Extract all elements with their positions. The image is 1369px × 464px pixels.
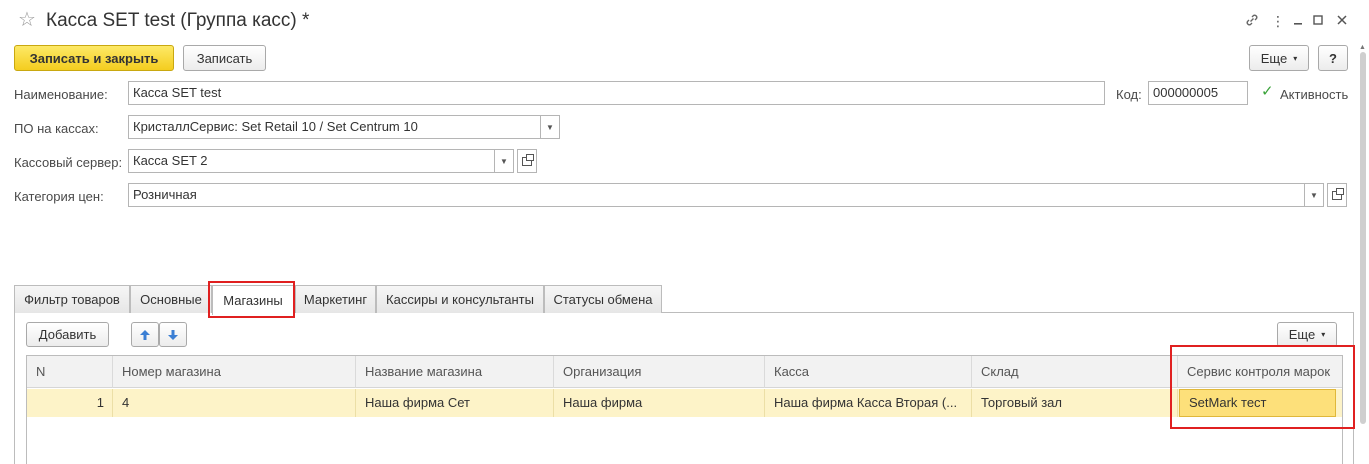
code-label: Код: — [1116, 87, 1142, 102]
save-and-close-button[interactable]: Записать и закрыть — [14, 45, 174, 71]
table-row[interactable]: 1 4 Наша фирма Сет Наша фирма Наша фирма… — [27, 389, 1342, 417]
active-label: Активность — [1280, 87, 1349, 102]
price-category-open-button[interactable] — [1327, 183, 1347, 207]
cell-n[interactable]: 1 — [27, 389, 113, 417]
code-field[interactable]: 000000005 — [1148, 81, 1248, 105]
tab-cashiers[interactable]: Кассиры и консультанты — [376, 285, 544, 313]
annotation-highlight-tab — [208, 281, 295, 318]
move-up-button[interactable] — [131, 322, 159, 347]
software-select[interactable]: КристаллСервис: Set Retail 10 / Set Cent… — [128, 115, 541, 139]
add-button[interactable]: Добавить — [26, 322, 109, 347]
tab-main[interactable]: Основные — [130, 285, 212, 313]
scroll-up-icon[interactable]: ▲ — [1359, 44, 1366, 51]
column-header-cash-register[interactable]: Касса — [765, 356, 972, 388]
stores-table: N Номер магазина Название магазина Орган… — [26, 355, 1343, 464]
cell-cash-register[interactable]: Наша фирма Касса Вторая (... — [765, 389, 972, 417]
window-title: Касса SET test (Группа касс) * — [46, 10, 310, 31]
chevron-down-icon: ▼ — [546, 122, 554, 132]
column-header-n[interactable]: N — [27, 356, 113, 388]
price-category-select[interactable]: Розничная — [128, 183, 1305, 207]
more-vertical-icon[interactable]: ⋮ — [1270, 12, 1286, 30]
price-category-dropdown-button[interactable]: ▼ — [1304, 183, 1324, 207]
cash-server-dropdown-button[interactable]: ▼ — [494, 149, 514, 173]
title-bar: ☆ Касса SET test (Группа касс) * ⋮ — [0, 0, 1369, 42]
tab-exchange-statuses[interactable]: Статусы обмена — [544, 285, 662, 313]
price-category-label: Категория цен: — [14, 189, 104, 204]
save-button[interactable]: Записать — [183, 45, 266, 71]
cash-server-open-button[interactable] — [517, 149, 537, 173]
open-form-icon — [522, 153, 534, 166]
open-form-icon — [1332, 187, 1344, 200]
name-field[interactable]: Касса SET test — [128, 81, 1105, 105]
chevron-down-icon: ▼ — [500, 156, 508, 166]
more-button[interactable]: Еще ▾ — [1249, 45, 1309, 71]
chevron-down-icon: ▾ — [1321, 330, 1326, 339]
software-label: ПО на кассах: — [14, 121, 99, 136]
name-label: Наименование: — [14, 87, 108, 102]
scrollbar-thumb[interactable] — [1360, 52, 1366, 424]
cash-server-select[interactable]: Касса SET 2 — [128, 149, 495, 173]
minimize-icon[interactable] — [1290, 12, 1306, 30]
panel-more-button[interactable]: Еще ▾ — [1277, 322, 1337, 347]
star-icon[interactable]: ☆ — [18, 10, 36, 30]
annotation-highlight-column — [1170, 345, 1355, 429]
cell-store-name[interactable]: Наша фирма Сет — [356, 389, 554, 417]
cell-organization[interactable]: Наша фирма — [554, 389, 765, 417]
link-icon[interactable] — [1244, 12, 1260, 30]
panel-more-label: Еще — [1288, 327, 1316, 342]
tab-product-filter[interactable]: Фильтр товаров — [14, 285, 130, 313]
close-icon[interactable] — [1334, 12, 1350, 30]
arrow-down-icon — [168, 329, 178, 340]
column-header-store-number[interactable]: Номер магазина — [113, 356, 356, 388]
active-checkbox[interactable]: ✓ — [1261, 84, 1275, 99]
chevron-down-icon: ▾ — [1293, 53, 1298, 63]
column-header-organization[interactable]: Организация — [554, 356, 765, 388]
software-dropdown-button[interactable]: ▼ — [540, 115, 560, 139]
more-button-label: Еще — [1260, 50, 1288, 66]
chevron-down-icon: ▼ — [1310, 190, 1318, 200]
arrow-up-icon — [140, 329, 150, 340]
cell-warehouse[interactable]: Торговый зал — [972, 389, 1178, 417]
move-down-button[interactable] — [159, 322, 187, 347]
table-header: N Номер магазина Название магазина Орган… — [27, 356, 1342, 388]
cash-server-label: Кассовый сервер: — [14, 155, 123, 170]
help-button[interactable]: ? — [1318, 45, 1348, 71]
column-header-store-name[interactable]: Название магазина — [356, 356, 554, 388]
tab-marketing[interactable]: Маркетинг — [295, 285, 376, 313]
cell-store-number[interactable]: 4 — [113, 389, 356, 417]
maximize-icon[interactable] — [1310, 12, 1326, 30]
column-header-warehouse[interactable]: Склад — [972, 356, 1178, 388]
